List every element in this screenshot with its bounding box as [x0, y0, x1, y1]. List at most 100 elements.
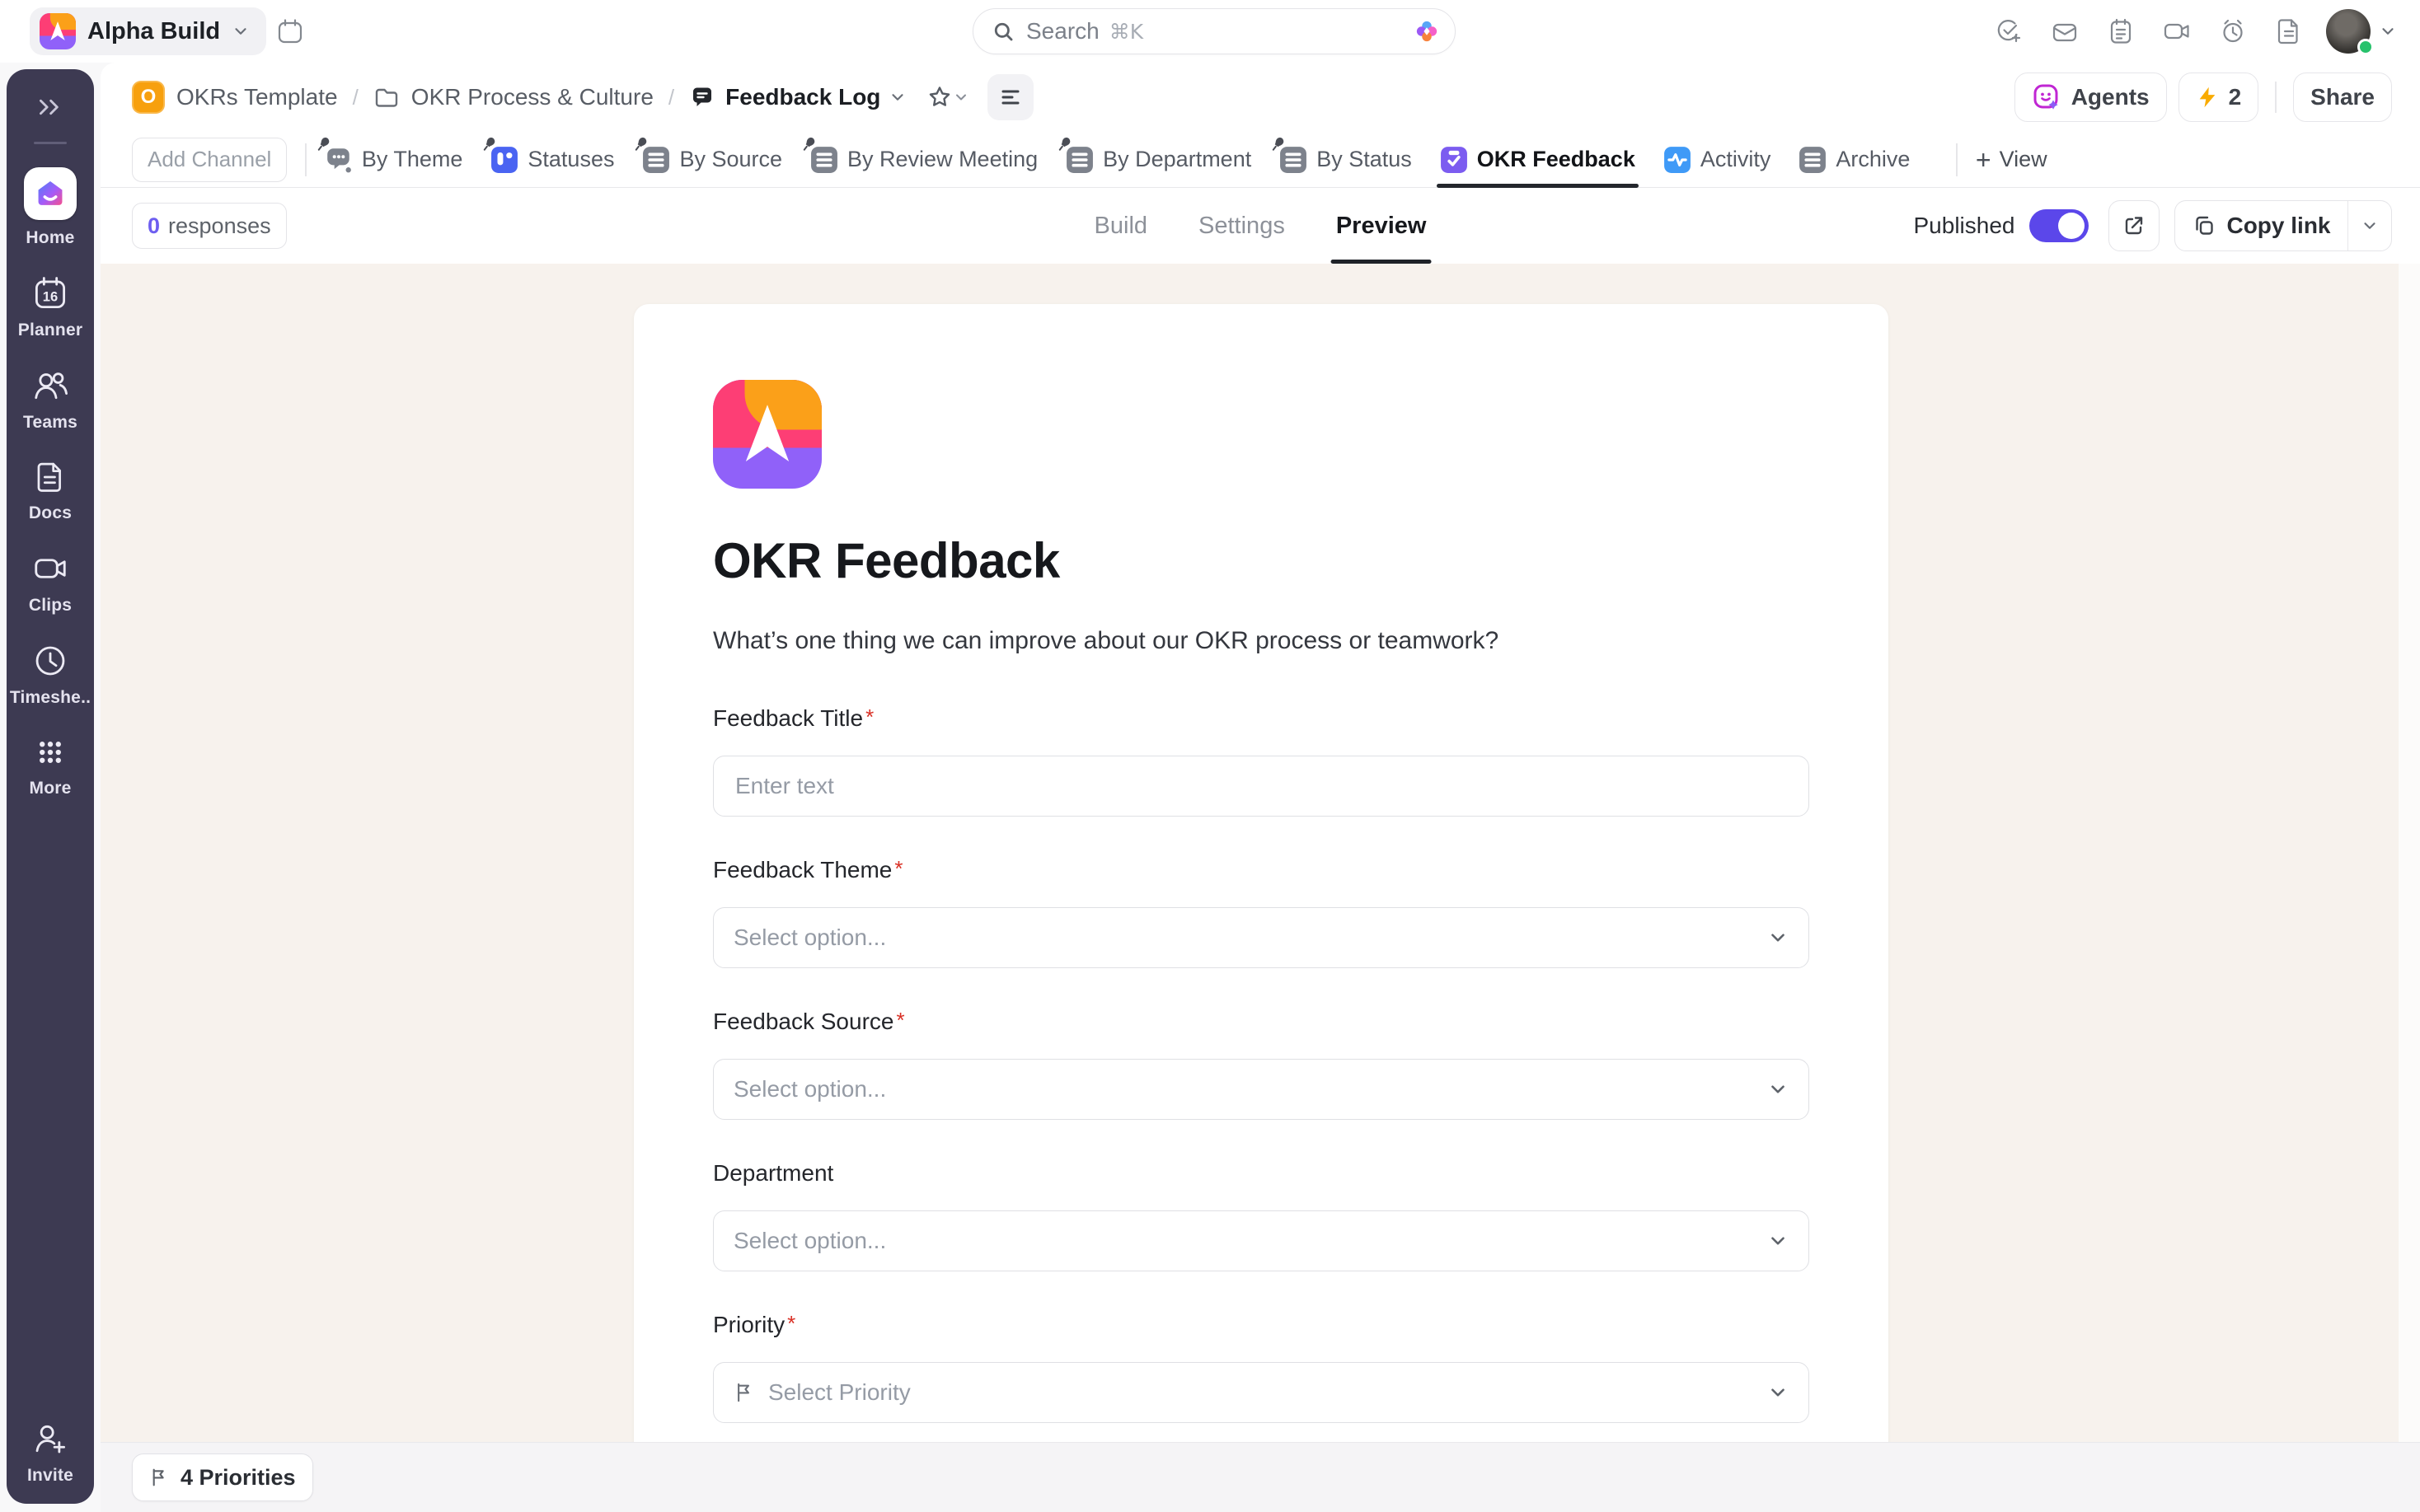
activity-pulse-icon: [1663, 146, 1691, 174]
sidebar-divider: [34, 142, 67, 144]
breadcrumb-page[interactable]: Feedback Log: [725, 84, 880, 110]
sidebar: Home 16 Planner: [7, 69, 94, 1504]
calendar-button[interactable]: [266, 7, 314, 55]
sidebar-item-planner[interactable]: 16 Planner: [18, 274, 82, 340]
sidebar-item-teams[interactable]: Teams: [23, 367, 77, 433]
field-label: Feedback Source*: [713, 1006, 1809, 1036]
copy-link-button[interactable]: Copy link: [2174, 200, 2392, 251]
favorite-star-button[interactable]: [922, 79, 974, 115]
add-view-button[interactable]: + View: [1976, 147, 2047, 173]
agents-button[interactable]: Agents: [2014, 73, 2167, 122]
page-chevron-down-icon[interactable]: [889, 88, 907, 106]
search-placeholder: Search: [1026, 18, 1100, 44]
topbar: Alpha Build Search ⌘K: [0, 0, 2420, 63]
chevron-down-icon: [232, 22, 250, 40]
feedback-theme-select[interactable]: Select option...: [713, 907, 1809, 968]
tab-by-source[interactable]: By Source: [642, 132, 782, 187]
tab-by-department[interactable]: By Department: [1066, 132, 1251, 187]
feedback-title-input[interactable]: [713, 756, 1809, 817]
flag-icon: [149, 1467, 171, 1488]
star-chevron-down-icon: [953, 89, 969, 105]
form-card: OKR Feedback What’s one thing we can imp…: [634, 304, 1888, 1442]
inbox-button[interactable]: [2041, 7, 2089, 55]
tab-label: By Theme: [362, 147, 463, 172]
breadcrumb: O OKRs Template / OKR Process & Culture …: [101, 63, 2420, 132]
tab-label: OKR Feedback: [1477, 147, 1635, 172]
record-clip-button[interactable]: [2153, 7, 2201, 55]
field-feedback-title: Feedback Title*: [713, 703, 1809, 817]
ai-assistant-icon[interactable]: [1414, 18, 1440, 44]
sidebar-expand-button[interactable]: [32, 89, 68, 125]
department-select[interactable]: Select option...: [713, 1210, 1809, 1271]
sidebar-item-timesheet[interactable]: Timeshe..: [10, 642, 91, 708]
credits-count: 2: [2229, 84, 2242, 110]
share-button[interactable]: Share: [2293, 73, 2392, 122]
channel-chat-icon: [689, 84, 715, 110]
lines-menu-icon: [998, 85, 1023, 110]
user-avatar[interactable]: [2326, 9, 2371, 54]
new-task-button[interactable]: [1985, 7, 2033, 55]
view-options-button[interactable]: [987, 74, 1034, 120]
workspace-switcher[interactable]: Alpha Build: [30, 7, 266, 55]
space-avatar[interactable]: O: [132, 81, 165, 114]
published-label: Published: [1914, 213, 2015, 239]
field-label: Feedback Theme*: [713, 854, 1809, 884]
star-icon: [926, 84, 953, 110]
chat-bubble-icon: [325, 146, 353, 174]
sidebar-item-more[interactable]: More: [30, 734, 72, 798]
tab-by-review-meeting[interactable]: By Review Meeting: [810, 132, 1038, 187]
sidebar-item-label: Teams: [23, 413, 77, 433]
publish-controls: Published: [1914, 200, 2393, 251]
copy-link-menu-button[interactable]: [2348, 201, 2391, 250]
footer-bar: 4 Priorities: [101, 1442, 2420, 1512]
published-toggle[interactable]: [2029, 209, 2089, 242]
search-input[interactable]: Search ⌘K: [973, 8, 1456, 54]
topbar-actions: [1985, 7, 2397, 55]
responses-badge[interactable]: 0 responses: [132, 203, 287, 249]
video-camera-icon: [2162, 16, 2192, 46]
required-asterisk: *: [896, 1008, 904, 1032]
sidebar-item-home[interactable]: Home: [24, 167, 77, 248]
tab-by-status[interactable]: By Status: [1279, 132, 1412, 187]
select-placeholder: Select option...: [734, 1076, 886, 1102]
chevron-down-icon: [1767, 1382, 1789, 1403]
breadcrumb-folder[interactable]: OKR Process & Culture: [411, 84, 654, 110]
tab-preview[interactable]: Preview: [1336, 188, 1427, 264]
reminders-button[interactable]: [2209, 7, 2257, 55]
field-priority: Priority* Select Priority: [713, 1309, 1809, 1423]
field-feedback-source: Feedback Source* Select option...: [713, 1006, 1809, 1120]
copy-link-label: Copy link: [2226, 213, 2330, 239]
table-icon: [1066, 146, 1094, 174]
tab-label: Activity: [1700, 147, 1771, 172]
priority-select[interactable]: Select Priority: [713, 1362, 1809, 1423]
sidebar-item-label: Planner: [18, 321, 82, 340]
tabs-divider: [1956, 143, 1958, 176]
form-mode-tabs: Build Settings Preview: [1095, 188, 1427, 264]
notepad-button[interactable]: [2097, 7, 2145, 55]
breadcrumb-space[interactable]: OKRs Template: [176, 84, 338, 110]
tab-okr-feedback[interactable]: OKR Feedback: [1440, 132, 1635, 187]
sidebar-item-docs[interactable]: Docs: [29, 459, 72, 523]
pin-icon: [631, 135, 650, 153]
automations-credits-button[interactable]: 2: [2178, 73, 2259, 122]
feedback-source-select[interactable]: Select option...: [713, 1059, 1809, 1120]
priorities-badge[interactable]: 4 Priorities: [132, 1453, 313, 1501]
sidebar-item-clips[interactable]: Clips: [29, 550, 72, 616]
add-channel-button[interactable]: Add Channel: [132, 138, 287, 182]
tab-statuses[interactable]: Statuses: [490, 132, 614, 187]
scrollbar-gutter[interactable]: [2399, 264, 2420, 1442]
agents-ai-icon: [2032, 82, 2061, 112]
tab-by-theme[interactable]: By Theme: [325, 132, 463, 187]
docs-quick-button[interactable]: [2265, 7, 2313, 55]
planner-calendar-icon: 16: [31, 274, 69, 312]
sidebar-invite-button[interactable]: Invite: [27, 1420, 73, 1486]
check-circle-plus-icon: [1994, 16, 2024, 46]
tab-settings[interactable]: Settings: [1198, 188, 1285, 264]
open-form-button[interactable]: [2108, 200, 2160, 251]
copy-icon: [2192, 213, 2216, 238]
tab-activity[interactable]: Activity: [1663, 132, 1771, 187]
tab-archive[interactable]: Archive: [1799, 132, 1910, 187]
account-chevron-down-icon[interactable]: [2379, 22, 2397, 40]
sidebar-item-label: Clips: [29, 596, 72, 616]
tab-build[interactable]: Build: [1095, 188, 1148, 264]
